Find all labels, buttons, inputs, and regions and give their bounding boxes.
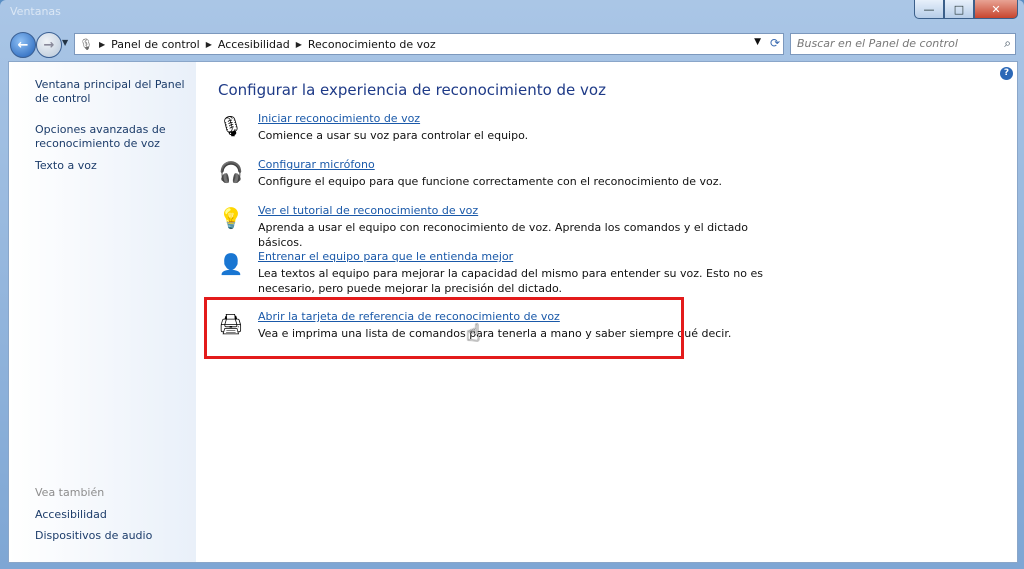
see-also-heading: Vea también (35, 486, 105, 499)
sidebar-link-advanced-options[interactable]: Opciones avanzadas de reconocimiento de … (35, 123, 190, 151)
search-placeholder: Buscar en el Panel de control (797, 37, 958, 50)
arrow-right-icon: → (43, 37, 55, 53)
breadcrumb-panel-de-control[interactable]: Panel de control (111, 38, 200, 51)
minimize-button[interactable]: — (914, 0, 944, 19)
task-description: Aprenda a usar el equipo con reconocimie… (258, 221, 749, 249)
maximize-button[interactable]: □ (944, 0, 974, 19)
hand-cursor-icon: ☝ (466, 319, 481, 347)
task-train-computer: 👤 Entrenar el equipo para que le entiend… (218, 250, 778, 296)
sidebar-link-accessibility[interactable]: Accesibilidad (35, 508, 190, 522)
link-view-tutorial[interactable]: Ver el tutorial de reconocimiento de voz (258, 204, 478, 217)
breadcrumb-accesibilidad[interactable]: Accesibilidad (218, 38, 290, 51)
refresh-icon[interactable]: ⟳ (770, 36, 780, 50)
page-title: Configurar la experiencia de reconocimie… (218, 81, 606, 99)
chevron-right-icon[interactable]: ▶ (206, 40, 212, 49)
search-input[interactable]: Buscar en el Panel de control ⌕ (790, 33, 1016, 55)
user-icon: 👤 (218, 252, 244, 276)
window: Ventanas — □ ✕ ← → ▼ 🎙 ▶ Panel de contro… (0, 0, 1024, 569)
link-train-computer[interactable]: Entrenar el equipo para que le entienda … (258, 250, 513, 263)
task-start-speech-recognition: 🎙 Iniciar reconocimiento de voz Comience… (218, 112, 778, 144)
microphone-icon: 🎙 (218, 114, 244, 138)
sidebar-link-control-panel-home[interactable]: Ventana principal del Panel de control (35, 78, 190, 106)
address-dropdown-icon[interactable]: ▼ (754, 37, 761, 47)
forward-button[interactable]: → (36, 32, 62, 58)
navigation-bar: ← → ▼ 🎙 ▶ Panel de control ▶ Accesibilid… (0, 28, 1024, 60)
title-bar: Ventanas — □ ✕ (0, 0, 1024, 28)
back-button[interactable]: ← (10, 32, 36, 58)
sidebar: Ventana principal del Panel de control O… (9, 62, 196, 562)
link-start-speech-recognition[interactable]: Iniciar reconocimiento de voz (258, 112, 420, 125)
arrow-left-icon: ← (17, 37, 29, 53)
sidebar-link-text-to-speech[interactable]: Texto a voz (35, 159, 190, 173)
close-button[interactable]: ✕ (974, 0, 1018, 19)
search-icon[interactable]: ⌕ (1004, 36, 1011, 51)
highlight-box (204, 297, 684, 359)
window-bottom-border (0, 563, 1024, 569)
help-icon[interactable]: ? (1000, 67, 1013, 80)
sidebar-link-audio-devices[interactable]: Dispositivos de audio (35, 529, 190, 543)
window-title: Ventanas (10, 5, 61, 18)
chevron-right-icon[interactable]: ▶ (296, 40, 302, 49)
task-description: Comience a usar su voz para controlar el… (258, 129, 529, 142)
link-configure-microphone[interactable]: Configurar micrófono (258, 158, 375, 171)
address-bar[interactable]: 🎙 ▶ Panel de control ▶ Accesibilidad ▶ R… (74, 33, 784, 55)
microphone-icon: 🎙 (79, 37, 93, 51)
headset-icon: 🎧 (218, 160, 244, 184)
task-description: Configure el equipo para que funcione co… (258, 175, 722, 188)
task-description: Lea textos al equipo para mejorar la cap… (258, 267, 763, 295)
task-view-tutorial: 💡 Ver el tutorial de reconocimiento de v… (218, 204, 778, 249)
chevron-right-icon[interactable]: ▶ (99, 40, 105, 49)
history-dropdown-icon[interactable]: ▼ (62, 38, 68, 47)
task-configure-microphone: 🎧 Configurar micrófono Configure el equi… (218, 158, 778, 190)
breadcrumb-reconocimiento-de-voz[interactable]: Reconocimiento de voz (308, 38, 436, 51)
caption-buttons: — □ ✕ (914, 0, 1018, 19)
lightbulb-icon: 💡 (218, 206, 244, 230)
